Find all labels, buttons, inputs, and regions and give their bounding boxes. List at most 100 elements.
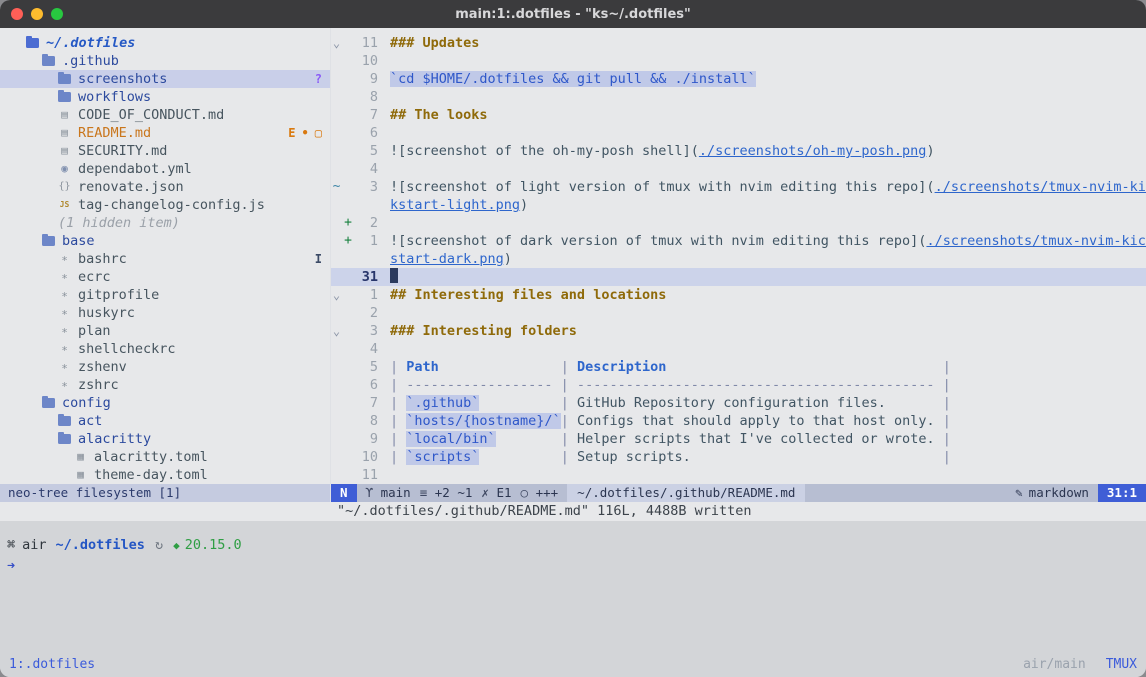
line-number: 8 — [354, 88, 378, 106]
editor-line-text: | `local/bin` | Helper scripts that I've… — [390, 430, 1146, 448]
editor-line[interactable]: 7## The looks — [331, 106, 1146, 124]
fold-marker — [331, 376, 342, 394]
tree-item-github[interactable]: .github — [0, 52, 330, 70]
tree-item-screenshots[interactable]: screenshots? — [0, 70, 330, 88]
editor-line[interactable]: 5![screenshot of the oh-my-posh shell](.… — [331, 142, 1146, 160]
text-segment-p: | — [390, 449, 406, 465]
file-shell-icon: ∗ — [58, 290, 71, 300]
tree-item-renovate-json[interactable]: {}renovate.json — [0, 178, 330, 196]
editor-line-text: ### Interesting folders — [390, 322, 1146, 340]
editor-wrap-line[interactable]: kstart-light.png) — [331, 196, 1146, 214]
close-button[interactable] — [11, 8, 23, 20]
text-segment-p: | — [439, 359, 577, 375]
line-number: 8 — [354, 412, 378, 430]
text-segment-l: start-dark.png — [390, 251, 504, 267]
tree-item-label: SECURITY.md — [78, 142, 167, 160]
tmux-window-item[interactable]: 1:.dotfiles — [9, 657, 95, 672]
fold-marker: ⌄ — [331, 34, 342, 52]
editor-line[interactable]: ⌄3### Interesting folders — [331, 322, 1146, 340]
tree-item-dotfiles[interactable]: ~/.dotfiles — [0, 34, 330, 52]
text-segment-p: | — [561, 413, 577, 429]
fold-marker — [331, 52, 342, 70]
git-change-sign: ~ — [331, 178, 342, 196]
tree-item-1-hidden-item[interactable]: (1 hidden item) — [0, 214, 330, 232]
editor-line[interactable]: 10 — [331, 52, 1146, 70]
editor-line[interactable]: 7| `.github` | GitHub Repository configu… — [331, 394, 1146, 412]
editor-line[interactable]: 9| `local/bin` | Helper scripts that I'v… — [331, 430, 1146, 448]
editor-line[interactable]: 8| `hosts/{hostname}/`| Configs that sho… — [331, 412, 1146, 430]
editor-line[interactable]: ~3![screenshot of light version of tmux … — [331, 178, 1146, 196]
tree-item-label: README.md — [78, 124, 151, 142]
node-icon: ◆ — [173, 539, 180, 552]
editor-line[interactable]: 8 — [331, 88, 1146, 106]
editor-line[interactable]: 4 — [331, 340, 1146, 358]
minimize-button[interactable] — [31, 8, 43, 20]
tree-item-bashrc[interactable]: ∗bashrcI — [0, 250, 330, 268]
editor-line[interactable]: 4 — [331, 160, 1146, 178]
fold-marker — [331, 124, 342, 142]
editor-line-text: ![screenshot of the oh-my-posh shell](./… — [390, 142, 1146, 160]
tree-item-act[interactable]: act — [0, 412, 330, 430]
terminal-window: main:1:.dotfiles - "ks~/.dotfiles" ~/.do… — [0, 0, 1146, 677]
tree-item-base[interactable]: base — [0, 232, 330, 250]
text-segment-p: | — [691, 449, 951, 465]
tree-item-ecrc[interactable]: ∗ecrc — [0, 268, 330, 286]
editor-line[interactable]: ⌄1## Interesting files and locations — [331, 286, 1146, 304]
window-title: main:1:.dotfiles - "ks~/.dotfiles" — [0, 7, 1146, 22]
editor-line-text: `cd $HOME/.dotfiles && git pull && ./ins… — [390, 70, 1146, 88]
editor-line[interactable]: 9`cd $HOME/.dotfiles && git pull && ./in… — [331, 70, 1146, 88]
git-add-sign: + — [342, 232, 354, 250]
editor-line[interactable]: +1![screenshot of dark version of tmux w… — [331, 232, 1146, 250]
tree-item-plan[interactable]: ∗plan — [0, 322, 330, 340]
git-add-sign — [342, 430, 354, 448]
line-number: 7 — [354, 106, 378, 124]
indent-info: +++ — [536, 485, 559, 500]
tree-item-alacritty[interactable]: alacritty — [0, 430, 330, 448]
fold-marker — [331, 232, 342, 250]
fold-marker: ⌄ — [331, 286, 342, 304]
tree-item-label: (1 hidden item) — [58, 214, 180, 232]
tree-item-alacritty-toml[interactable]: ▦alacritty.toml — [0, 448, 330, 466]
tree-item-config[interactable]: config — [0, 394, 330, 412]
shell-pane[interactable]: ⌘air~/.dotfiles↻◆20.15.0 ➜ — [0, 521, 1146, 651]
editor-line[interactable]: 2 — [331, 304, 1146, 322]
git-add-sign — [342, 106, 354, 124]
tree-item-readme-md[interactable]: ▤README.mdE•▢ — [0, 124, 330, 142]
editor-buffer[interactable]: ⌄11### Updates109`cd $HOME/.dotfiles && … — [331, 28, 1146, 484]
shell-prompt-input[interactable]: ➜ — [7, 556, 1146, 576]
prompt-arrow-icon: ➜ — [7, 558, 15, 574]
branch-group: ϒ main — [366, 484, 411, 502]
editor-line[interactable]: 6 — [331, 124, 1146, 142]
tree-item-zshenv[interactable]: ∗zshenv — [0, 358, 330, 376]
tree-item-theme-day-toml[interactable]: ▦theme-day.toml — [0, 466, 330, 484]
tree-item-tag-changelog-config-js[interactable]: JStag-changelog-config.js — [0, 196, 330, 214]
git-add-sign — [342, 70, 354, 88]
editor-line[interactable]: 5| Path | Description | — [331, 358, 1146, 376]
vim-cmdline-message: "~/.dotfiles/.github/README.md" 116L, 44… — [0, 502, 1146, 521]
line-number: 5 — [354, 358, 378, 376]
tree-item-gitprofile[interactable]: ∗gitprofile — [0, 286, 330, 304]
text-segment-p: | — [390, 431, 406, 447]
tree-item-huskyrc[interactable]: ∗huskyrc — [0, 304, 330, 322]
tree-item-code-of-conduct-md[interactable]: ▤CODE_OF_CONDUCT.md — [0, 106, 330, 124]
tree-item-security-md[interactable]: ▤SECURITY.md — [0, 142, 330, 160]
editor-wrap-line[interactable]: start-dark.png) — [331, 250, 1146, 268]
tree-item-workflows[interactable]: workflows — [0, 88, 330, 106]
editor-line[interactable]: ⌄11### Updates — [331, 34, 1146, 52]
tree-item-dependabot-yml[interactable]: ◉dependabot.yml — [0, 160, 330, 178]
diff-group: ≡ +2 ~1 — [420, 484, 473, 502]
tree-item-shellcheckrc[interactable]: ∗shellcheckrc — [0, 340, 330, 358]
tree-item-label: zshenv — [78, 358, 127, 376]
folder-icon — [58, 434, 71, 444]
editor-cursor-line[interactable]: 31 — [331, 268, 1146, 286]
tree-item-label: bashrc — [78, 250, 127, 268]
editor-line[interactable]: 10| `scripts` | Setup scripts. | — [331, 448, 1146, 466]
editor-line[interactable]: 11 — [331, 466, 1146, 484]
editor-line[interactable]: +2 — [331, 214, 1146, 232]
text-segment-l: ./screenshots/tmux-nvim-kick — [926, 233, 1146, 249]
tree-item-zshrc[interactable]: ∗zshrc — [0, 376, 330, 394]
indent-icon: ○ — [521, 485, 529, 500]
zoom-button[interactable] — [51, 8, 63, 20]
editor-line[interactable]: 6| ------------------ | ----------------… — [331, 376, 1146, 394]
fold-marker — [331, 250, 342, 268]
